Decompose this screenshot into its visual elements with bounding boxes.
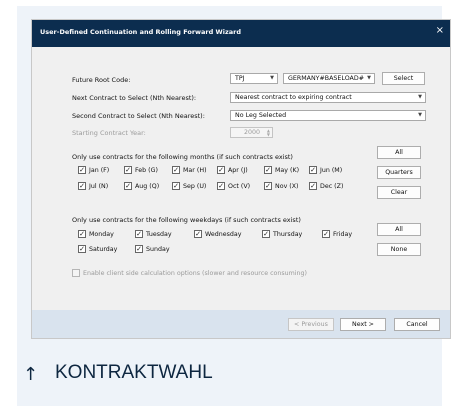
starting-year-value: 2000 xyxy=(243,129,260,136)
checkmark-icon: ✓ xyxy=(264,182,272,190)
cancel-button[interactable]: Cancel xyxy=(394,318,440,331)
dialog-footer: < Previous Next > Cancel xyxy=(32,310,450,338)
month-checkbox[interactable]: ✓ Mar (H) xyxy=(172,166,207,176)
dialog-titlebar: User-Defined Continuation and Rolling Fo… xyxy=(32,20,450,47)
root-name-value: GERMANY#BASELOAD# xyxy=(288,75,364,82)
months-all-button[interactable]: All xyxy=(377,146,421,159)
starting-year-label: Starting Contract Year: xyxy=(72,129,146,137)
weekdays-all-button[interactable]: All xyxy=(377,223,421,236)
weekdays-none-button[interactable]: None xyxy=(377,243,421,256)
next-button[interactable]: Next > xyxy=(340,318,386,331)
months-clear-button[interactable]: Clear xyxy=(377,186,421,199)
root-code-value: TPJ xyxy=(235,75,245,82)
arrow-up-icon[interactable]: ↑ xyxy=(23,364,38,385)
wizard-dialog: User-Defined Continuation and Rolling Fo… xyxy=(32,20,450,338)
future-root-label: Future Root Code: xyxy=(72,76,131,84)
checkmark-icon: ✓ xyxy=(78,182,86,190)
month-checkbox[interactable]: ✓ Jul (N) xyxy=(78,182,108,192)
close-icon[interactable]: × xyxy=(436,25,444,36)
checkmark-icon: ✓ xyxy=(78,230,86,238)
month-checkbox[interactable]: ✓ Aug (Q) xyxy=(124,182,159,192)
next-contract-dropdown[interactable]: Nearest contract to expiring contract ▼ xyxy=(230,92,426,103)
weekday-checkbox[interactable]: ✓ Sunday xyxy=(135,245,170,255)
checkbox-icon xyxy=(72,269,80,277)
checkmark-icon: ✓ xyxy=(217,166,225,174)
weekday-checkbox[interactable]: ✓ Saturday xyxy=(78,245,117,255)
chevron-down-icon: ▼ xyxy=(418,94,422,100)
weekday-checkbox[interactable]: ✓ Wednesday xyxy=(194,230,241,240)
checkmark-icon: ✓ xyxy=(135,245,143,253)
checkmark-icon: ✓ xyxy=(172,166,180,174)
month-checkbox[interactable]: ✓ Jun (M) xyxy=(309,166,342,176)
months-label: Only use contracts for the following mon… xyxy=(72,153,293,161)
chevron-down-icon: ▼ xyxy=(418,112,422,118)
checkmark-icon: ✓ xyxy=(194,230,202,238)
month-checkbox[interactable]: ✓ Apr (J) xyxy=(217,166,248,176)
checkmark-icon: ✓ xyxy=(124,182,132,190)
weekday-checkbox[interactable]: ✓ Tuesday xyxy=(135,230,172,240)
month-checkbox[interactable]: ✓ Jan (F) xyxy=(78,166,109,176)
spinner-arrows-icon: ▲ ▼ xyxy=(266,128,270,137)
checkmark-icon: ✓ xyxy=(124,166,132,174)
second-contract-value: No Leg Selected xyxy=(235,112,287,119)
next-contract-value: Nearest contract to expiring contract xyxy=(235,94,352,101)
weekday-checkbox[interactable]: ✓ Friday xyxy=(322,230,352,240)
month-checkbox[interactable]: ✓ May (K) xyxy=(264,166,299,176)
checkmark-icon: ✓ xyxy=(172,182,180,190)
checkmark-icon: ✓ xyxy=(322,230,330,238)
month-checkbox[interactable]: ✓ Oct (V) xyxy=(217,182,250,192)
months-quarters-button[interactable]: Quarters xyxy=(377,166,421,179)
month-checkbox[interactable]: ✓ Dec (Z) xyxy=(309,182,343,192)
checkmark-icon: ✓ xyxy=(217,182,225,190)
root-name-dropdown[interactable]: GERMANY#BASELOAD# ▼ xyxy=(283,73,375,84)
chevron-down-icon: ▼ xyxy=(367,75,371,81)
select-button[interactable]: Select xyxy=(382,72,425,85)
month-checkbox[interactable]: ✓ Sep (U) xyxy=(172,182,206,192)
caption-heading: KONTRAKTWAHL xyxy=(55,362,213,383)
dialog-title: User-Defined Continuation and Rolling Fo… xyxy=(40,28,241,36)
month-checkbox[interactable]: ✓ Nov (X) xyxy=(264,182,299,192)
checkmark-icon: ✓ xyxy=(78,166,86,174)
weekday-checkbox[interactable]: ✓ Monday xyxy=(78,230,114,240)
checkmark-icon: ✓ xyxy=(264,166,272,174)
chevron-down-icon: ▼ xyxy=(270,75,274,81)
second-contract-dropdown[interactable]: No Leg Selected ▼ xyxy=(230,110,426,121)
previous-button[interactable]: < Previous xyxy=(288,318,334,331)
checkmark-icon: ✓ xyxy=(309,166,317,174)
checkmark-icon: ✓ xyxy=(262,230,270,238)
month-checkbox[interactable]: ✓ Feb (G) xyxy=(124,166,158,176)
weekday-checkbox[interactable]: ✓ Thursday xyxy=(262,230,302,240)
weekdays-label: Only use contracts for the following wee… xyxy=(72,216,301,224)
next-contract-label: Next Contract to Select (Nth Nearest): xyxy=(72,94,197,102)
starting-year-spinner: 2000 ▲ ▼ xyxy=(230,127,273,138)
client-side-checkbox[interactable]: Enable client side calculation options (… xyxy=(72,269,307,279)
checkmark-icon: ✓ xyxy=(78,245,86,253)
checkmark-icon: ✓ xyxy=(135,230,143,238)
second-contract-label: Second Contract to Select (Nth Nearest): xyxy=(72,112,205,120)
root-code-dropdown[interactable]: TPJ ▼ xyxy=(230,73,278,84)
checkmark-icon: ✓ xyxy=(309,182,317,190)
